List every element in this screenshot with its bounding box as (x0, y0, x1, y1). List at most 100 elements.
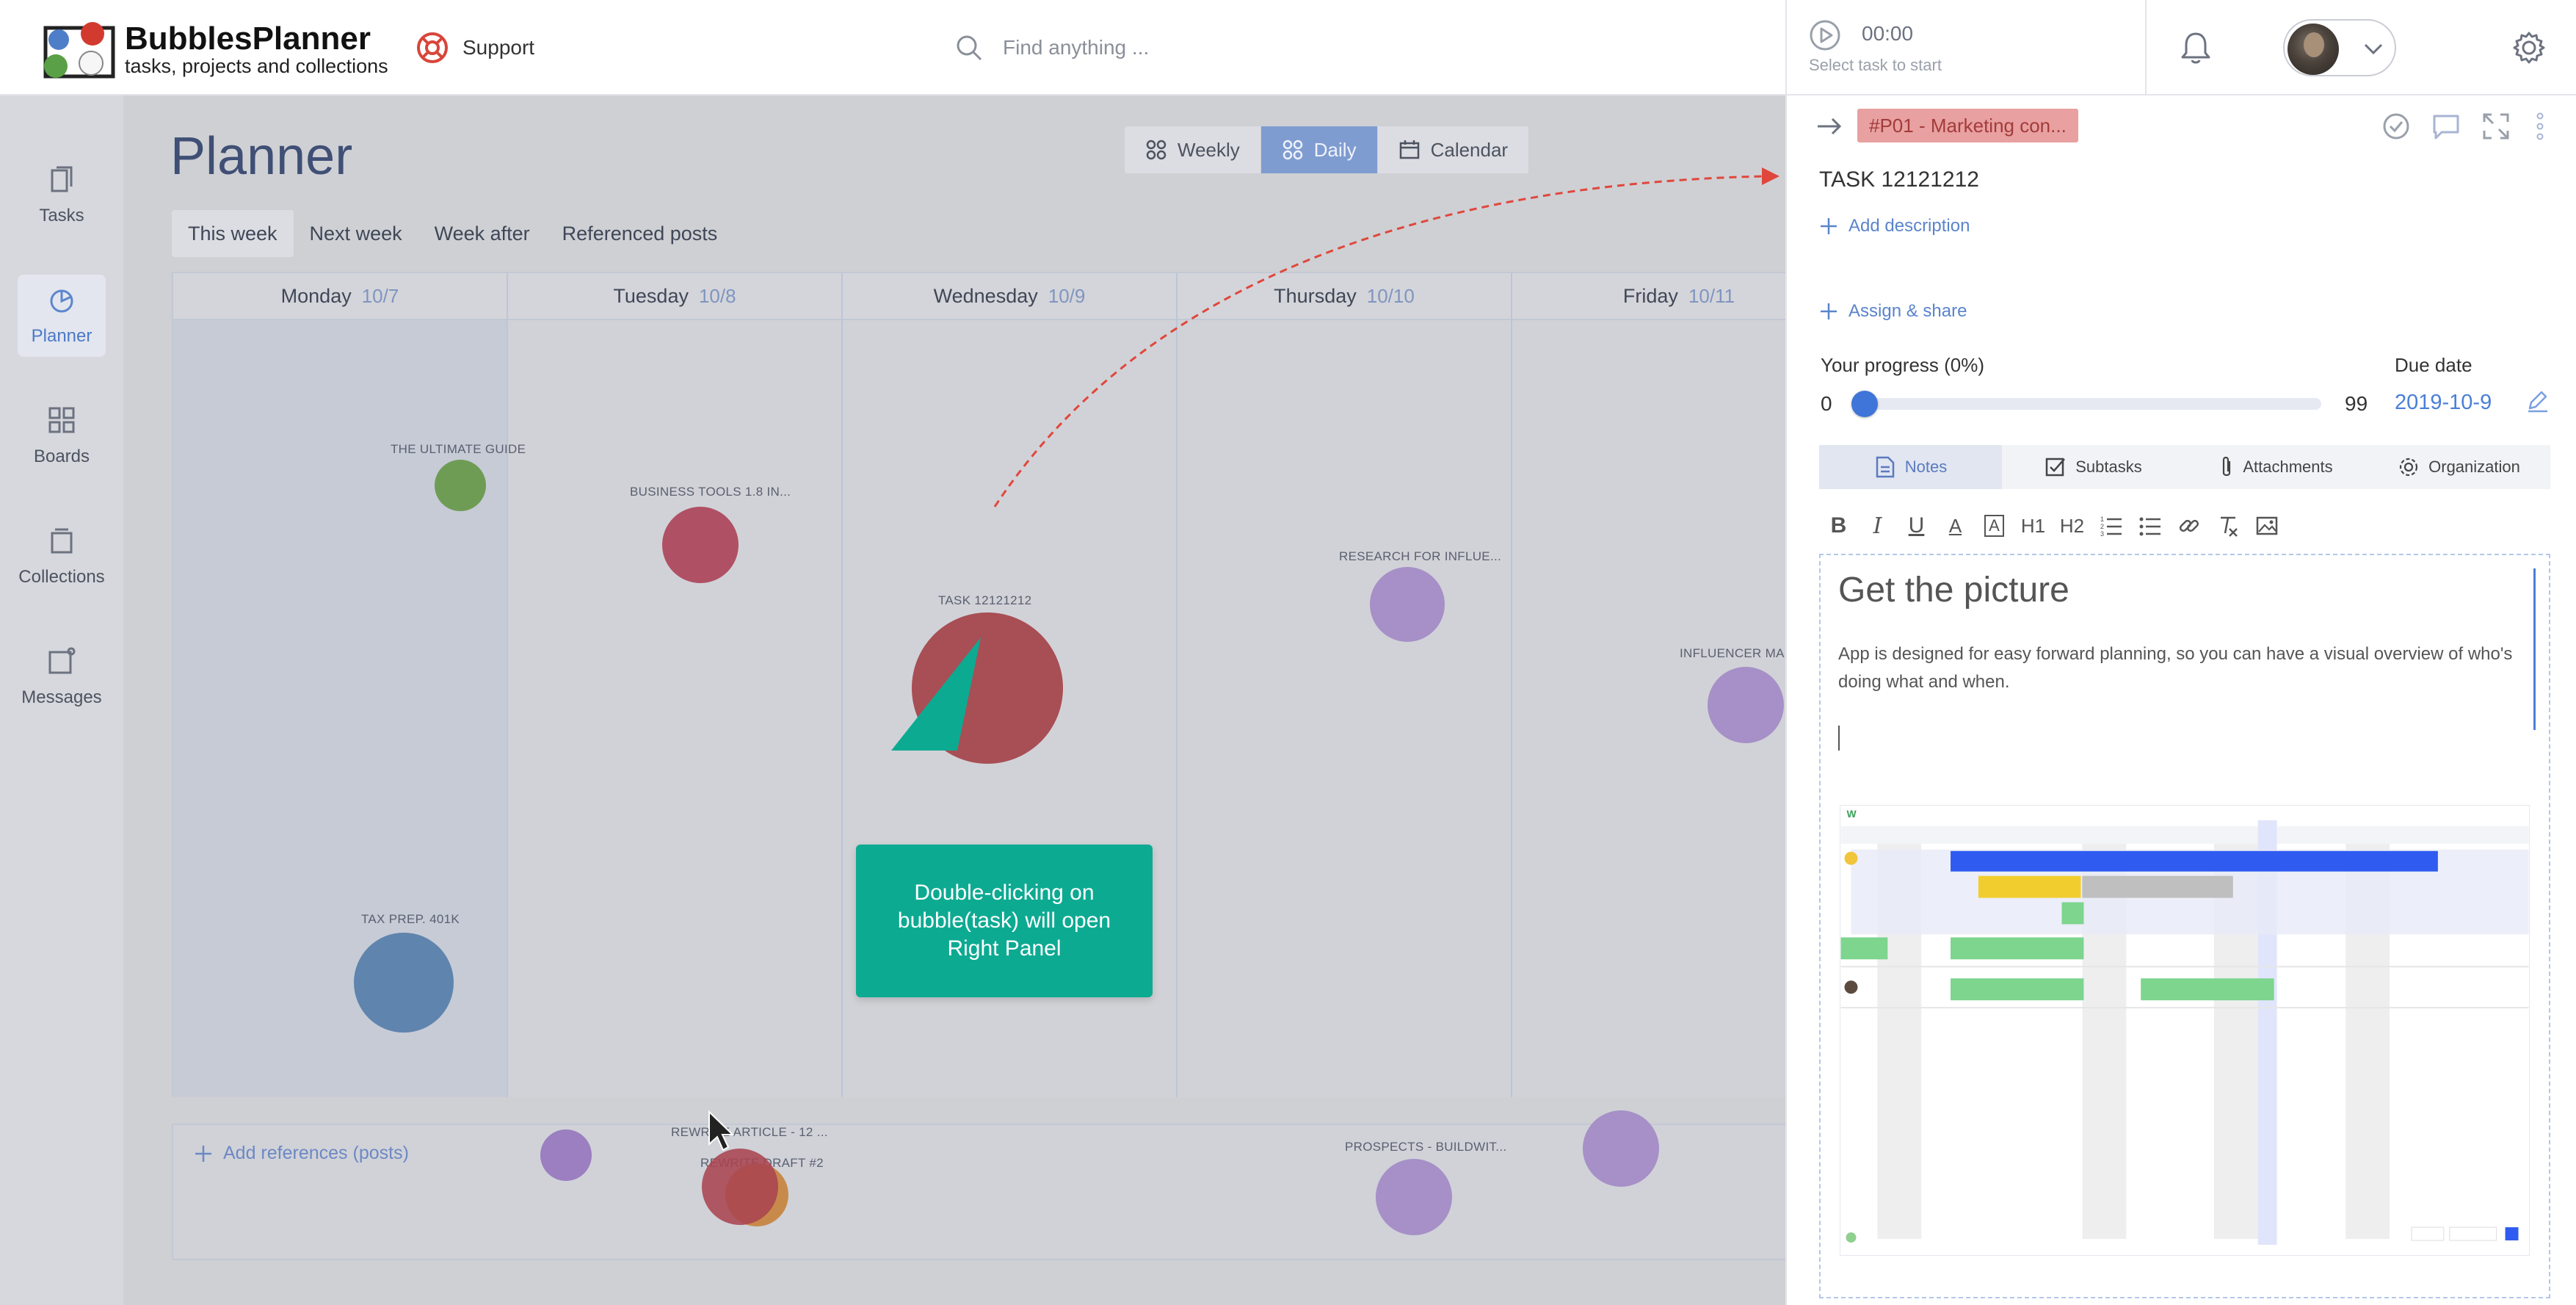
support-link[interactable]: Support (416, 29, 534, 66)
bullet-list-button[interactable] (2130, 511, 2169, 541)
tab-attachments[interactable]: Attachments (2185, 445, 2368, 489)
timer-time: 00:00 (1862, 22, 1914, 45)
sidebar-item-planner[interactable]: Planner (18, 275, 106, 357)
view-daily-label: Daily (1313, 138, 1357, 161)
bubblesplanner-logo-icon[interactable] (40, 18, 120, 81)
task-timer: 00:00 Select task to start (1785, 0, 2147, 95)
bold-button[interactable]: B (1819, 511, 1858, 541)
sidebar-item-tasks[interactable]: Tasks (18, 154, 106, 236)
image-icon (2256, 516, 2277, 535)
clear-format-icon (2220, 516, 2238, 537)
highlight-label: A (1984, 515, 2004, 537)
svg-text:3: 3 (2100, 530, 2104, 538)
search-icon (957, 35, 982, 61)
add-references-link[interactable]: Add references (posts) (194, 1143, 409, 1164)
view-daily-button[interactable]: Daily (1260, 126, 1378, 173)
notes-icon (1876, 456, 1894, 478)
add-description-link[interactable]: Add description (1819, 216, 1970, 236)
reference-bubble[interactable] (702, 1149, 778, 1225)
editor-scrollbar[interactable] (2533, 568, 2536, 730)
collections-icon (51, 528, 73, 554)
due-date-value[interactable]: 2019-10-9 (2395, 391, 2492, 415)
play-icon[interactable] (1809, 19, 1841, 51)
day-header: Wednesday 10/9 (843, 273, 1176, 320)
search-bar (954, 29, 1517, 66)
check-circle-icon[interactable] (2381, 112, 2411, 141)
bubble-label: TASK 12121212 (938, 593, 1032, 607)
sidebar-item-label: Tasks (39, 206, 84, 225)
image-button[interactable] (2247, 511, 2286, 541)
comment-icon[interactable] (2431, 112, 2461, 141)
reference-bubble[interactable] (1583, 1110, 1659, 1187)
gear-icon[interactable] (2511, 29, 2547, 66)
text-caret (1838, 726, 1840, 751)
italic-button[interactable]: I (1858, 511, 1897, 541)
tab-referenced-posts[interactable]: Referenced posts (546, 210, 734, 257)
assign-share-link[interactable]: Assign & share (1819, 301, 1967, 322)
link-button[interactable] (2169, 511, 2208, 541)
progress-slider[interactable] (1851, 391, 2321, 417)
avatar (2287, 24, 2339, 75)
sidebar-item-label: Boards (33, 447, 90, 466)
messages-icon (48, 647, 76, 674)
progress-min: 0 (1821, 392, 1832, 415)
task-bubble[interactable] (662, 507, 739, 583)
boards-icon (48, 407, 75, 433)
sidebar-item-boards[interactable]: Boards (18, 395, 106, 477)
tab-notes-label: Notes (1904, 458, 1948, 476)
progress-slider-handle[interactable] (1851, 391, 1878, 417)
tab-week-after[interactable]: Week after (418, 210, 546, 257)
view-weekly-button[interactable]: Weekly (1125, 126, 1261, 173)
task-bubble[interactable] (1370, 567, 1445, 642)
bubble-label: BUSINESS TOOLS 1.8 IN... (630, 485, 791, 499)
task-bubble[interactable] (354, 933, 454, 1033)
tab-subtasks[interactable]: Subtasks (2002, 445, 2185, 489)
notes-editor[interactable]: Get the picture App is designed for easy… (1819, 554, 2550, 1298)
svg-text:2: 2 (2100, 523, 2104, 530)
bubble-label: THE ULTIMATE GUIDE (391, 442, 526, 456)
reference-bubble[interactable] (540, 1129, 592, 1181)
tab-organization[interactable]: Organization (2368, 445, 2550, 489)
clear-format-button[interactable] (2208, 511, 2247, 541)
tab-this-week[interactable]: This week (172, 210, 294, 257)
text-color-button[interactable]: A (1936, 511, 1975, 541)
highlight-button[interactable]: A (1975, 511, 2014, 541)
day-date: 10/7 (361, 284, 399, 307)
task-bubble[interactable] (1708, 667, 1784, 743)
heading1-button[interactable]: H1 (2014, 511, 2053, 541)
ordered-list-button[interactable]: 1 2 3 (2091, 511, 2130, 541)
plus-icon (195, 1145, 211, 1162)
lifebuoy-icon (417, 32, 448, 63)
more-vertical-icon[interactable] (2533, 112, 2547, 141)
underline-button[interactable]: U (1897, 511, 1936, 541)
search-input[interactable] (1003, 36, 1517, 59)
day-name: Wednesday (933, 284, 1038, 307)
view-switch: Weekly Daily Calendar (1125, 126, 1530, 173)
day-name: Thursday (1274, 284, 1357, 307)
brand[interactable]: BubblesPlanner tasks, projects and colle… (125, 22, 388, 77)
user-menu[interactable] (2283, 19, 2396, 76)
heading2-button[interactable]: H2 (2053, 511, 2091, 541)
view-calendar-button[interactable]: Calendar (1378, 126, 1530, 173)
task-bubble[interactable] (435, 460, 486, 511)
gear-icon (2400, 458, 2418, 477)
tab-notes[interactable]: Notes (1819, 445, 2002, 489)
arrow-right-icon[interactable] (1815, 112, 1844, 141)
tab-next-week[interactable]: Next week (294, 210, 418, 257)
day-name: Friday (1622, 284, 1678, 307)
sidebar-item-messages[interactable]: Messages (18, 636, 106, 718)
bubble-label: PROSPECTS - BUILDWIT... (1345, 1140, 1507, 1154)
bell-icon[interactable] (2177, 29, 2214, 66)
sidebar-item-collections[interactable]: Collections (18, 516, 106, 598)
sidebar-item-label: Planner (31, 326, 92, 346)
day-column-tuesday: Tuesday 10/8 (508, 273, 843, 1097)
bubble-label: RESEARCH FOR INFLUE... (1339, 549, 1502, 563)
edit-icon[interactable] (2524, 388, 2550, 414)
day-column-monday: Monday 10/7 (173, 273, 508, 1097)
task-title[interactable]: TASK 12121212 (1819, 167, 1979, 192)
task-bubble-selected[interactable] (912, 612, 1063, 764)
bubble-label: TAX PREP. 401K (361, 912, 460, 926)
reference-bubble[interactable] (1376, 1159, 1452, 1235)
expand-icon[interactable] (2481, 112, 2511, 141)
project-tag[interactable]: #P01 - Marketing con... (1857, 109, 2078, 142)
